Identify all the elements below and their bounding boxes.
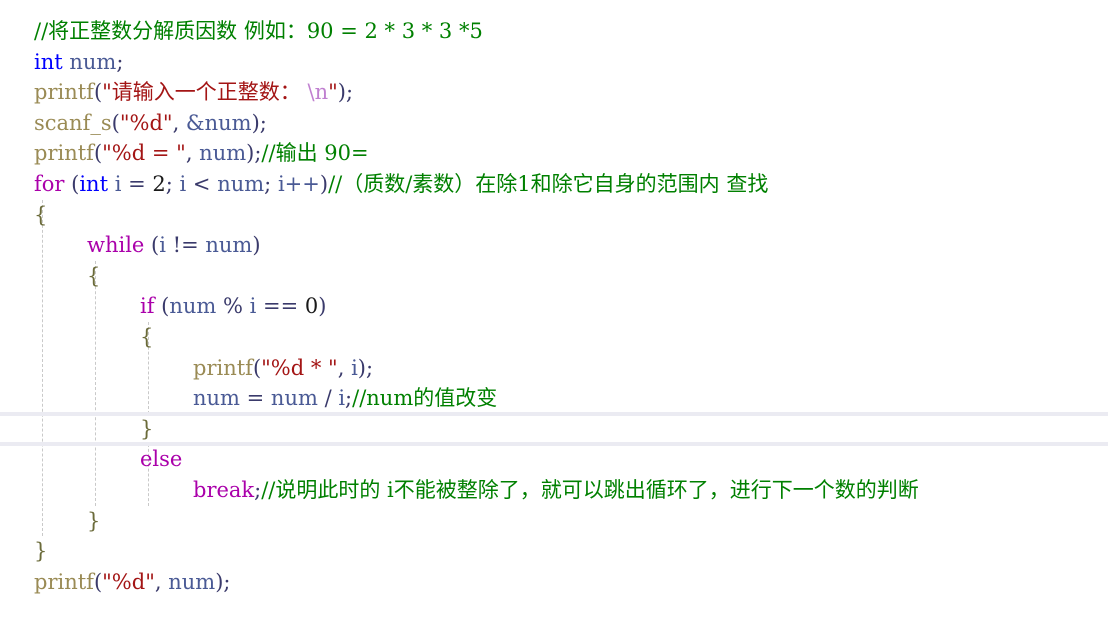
code-token-ctrl: if [140,294,155,319]
code-token-punct: ( [93,141,103,166]
code-token-punct: ( [144,233,160,258]
code-line[interactable]: //将正整数分解质因数 例如：90 = 2 * 3 * 3 *5 [34,16,1108,47]
code-token-punct: ( [93,569,103,594]
code-token-punct: ( [154,294,170,319]
code-token-func: scanf_s [34,110,112,135]
code-token-punct: / [317,386,339,411]
code-token-punct: ) [318,294,327,319]
code-token-punct: ( [252,355,262,380]
code-token-punct: % [216,294,250,319]
code-token-brace: { [34,202,48,227]
code-token-var: &num [185,110,252,135]
code-token-punct: ); [246,141,262,166]
code-token-punct: != [165,233,206,258]
code-token-str: "%d * " [261,355,338,380]
code-line[interactable]: printf("%d", num); [34,567,1108,598]
code-token-punct: , [185,141,200,166]
code-token-str: "%d" [102,569,155,594]
code-token-punct: , [154,569,169,594]
code-token-str: "%d = " [102,141,186,166]
code-token-ctrl: break [193,477,255,502]
code-token-brace: { [87,263,101,288]
code-token-func: printf [193,355,253,380]
code-line[interactable]: } [34,506,1108,537]
code-token-punct: ) [319,171,329,196]
code-token-punct: ) [252,233,261,258]
code-token-punct: == [256,294,305,319]
code-line[interactable]: if (num % i == 0) [34,291,1108,322]
code-line[interactable]: } [34,414,1108,445]
code-line[interactable]: scanf_s("%d", &num); [34,108,1108,139]
code-token-str: " [328,80,338,105]
code-token-var: num [217,171,265,196]
code-token-var: num [69,49,117,74]
code-line[interactable]: num = num / i;//num的值改变 [34,383,1108,414]
code-token-var: num [168,569,216,594]
code-token-punct: ); [337,80,354,105]
code-token-var: num [270,386,318,411]
code-line[interactable]: break;//说明此时的 i不能被整除了，就可以跳出循环了，进行下一个数的判断 [34,475,1108,506]
code-line[interactable]: { [34,322,1108,353]
code-token-num: 2 [152,171,166,196]
code-token-str: "%d" [119,110,173,135]
code-line[interactable]: for (int i = 2; i < num; i++)//（质数/素数）在除… [34,169,1108,200]
code-token-var: num [205,233,253,258]
code-line[interactable]: printf("请输入一个正整数： \n"); [34,77,1108,108]
code-line[interactable]: printf("%d = ", num);//输出 90= [34,138,1108,169]
code-token-brace: } [140,416,154,441]
code-token-var: i [351,355,358,380]
code-token-punct: ( [64,171,80,196]
code-line[interactable]: int num; [34,47,1108,78]
code-token-var: num [169,294,217,319]
code-token-comment: //输出 90= [261,141,369,166]
code-line[interactable]: printf("%d * ", i); [34,353,1108,384]
code-token-brace: } [87,508,101,533]
code-token-esc: \n [300,80,329,105]
code-token-num: 0 [304,294,319,319]
code-editor[interactable]: //将正整数分解质因数 例如：90 = 2 * 3 * 3 *5 int num;… [0,0,1108,619]
code-line[interactable]: { [34,200,1108,231]
code-token-func: printf [34,141,94,166]
code-token-punct: ; [165,171,180,196]
code-token-str: "请输入一个正整数： [102,80,301,105]
code-token-key: int [79,171,109,196]
code-token-comment: //将正整数分解质因数 例如：90 = 2 * 3 * 3 *5 [34,19,483,43]
code-token-punct: ); [215,569,231,594]
code-token-var: i++ [277,171,320,196]
code-line[interactable]: else [34,444,1108,475]
code-token-var: num [199,141,247,166]
code-token-punct: , [172,110,186,135]
code-token-punct: < [186,171,218,196]
code-token-brace: { [140,324,154,349]
code-token-punct: ); [357,355,374,380]
code-token-punct: ( [111,110,120,135]
code-line[interactable]: while (i != num) [34,230,1108,261]
code-token-comment: //num的值改变 [352,386,498,411]
code-line[interactable]: } [34,536,1108,567]
code-token-var: i [159,233,166,258]
code-token-var: num [193,386,240,411]
code-token-punct: = [121,171,153,196]
code-content[interactable]: //将正整数分解质因数 例如：90 = 2 * 3 * 3 *5 int num;… [0,0,1108,597]
code-token-punct: ( [93,80,103,105]
code-token-brace: } [34,539,48,564]
code-token-punct: ); [251,110,267,135]
code-token-punct: ; [116,49,124,74]
code-line[interactable]: { [34,261,1108,292]
code-token-punct: = [239,386,271,411]
code-token-comment: //（质数/素数）在除1和除它自身的范围内 查找 [328,171,769,196]
code-token-ctrl: for [34,171,65,196]
code-token-ctrl: else [140,447,183,472]
code-token-punct: , [337,355,352,380]
code-token-ctrl: while [87,233,145,258]
code-token-comment: //说明此时的 i不能被整除了，就可以跳出循环了，进行下一个数的判断 [261,477,919,502]
code-token-punct: ; [264,171,278,196]
code-token-func: printf [34,80,94,105]
code-token-key: int [34,49,63,74]
code-token-func: printf [34,569,94,594]
